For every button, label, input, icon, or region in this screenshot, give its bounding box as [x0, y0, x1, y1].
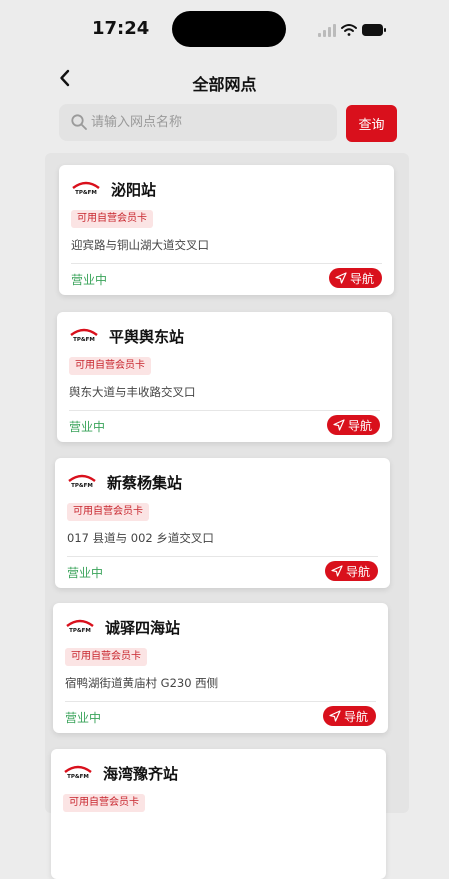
- svg-text:TP&FM: TP&FM: [75, 190, 97, 195]
- paper-plane-icon: [333, 419, 345, 431]
- search-input[interactable]: [91, 104, 327, 141]
- station-address: 宿鸭湖街道黄庙村 G230 西侧: [65, 676, 219, 690]
- page-title: 全部网点: [192, 75, 257, 94]
- tp-fm-logo-icon: TP&FM: [72, 181, 100, 195]
- business-status: 营业中: [67, 566, 104, 580]
- navigate-button[interactable]: 导航: [324, 561, 378, 581]
- station-name: 海湾豫齐站: [103, 765, 179, 783]
- status-bar: 17:24: [0, 0, 449, 58]
- station-name: 新蔡杨集站: [107, 474, 183, 492]
- member-card-tag: 可用自营会员卡: [67, 503, 149, 521]
- station-address: 舆东大道与丰收路交叉口: [69, 385, 196, 399]
- tp-fm-logo-icon: TP&FM: [66, 619, 94, 633]
- station-address: 迎宾路与铜山湖大道交叉口: [71, 238, 209, 252]
- station-card[interactable]: TP&FM 平舆舆东站 可用自营会员卡 舆东大道与丰收路交叉口 营业中 导航: [57, 312, 392, 442]
- header: 全部网点: [0, 58, 449, 102]
- paper-plane-icon: [335, 272, 347, 284]
- business-status: 营业中: [69, 420, 106, 434]
- station-card[interactable]: TP&FM 海湾豫齐站 可用自营会员卡: [51, 749, 386, 879]
- search-box: [59, 104, 337, 141]
- navigate-label: 导航: [345, 564, 370, 579]
- station-card[interactable]: TP&FM 新蔡杨集站 可用自营会员卡 017 县道与 002 乡道交叉口 营业…: [55, 458, 390, 588]
- tp-fm-logo-icon: TP&FM: [70, 328, 98, 342]
- paper-plane-icon: [331, 565, 343, 577]
- station-name: 泌阳站: [111, 181, 157, 199]
- svg-text:TP&FM: TP&FM: [73, 337, 95, 342]
- query-button[interactable]: 查询: [346, 105, 397, 142]
- status-icons: [318, 24, 386, 37]
- svg-text:TP&FM: TP&FM: [69, 628, 91, 633]
- tp-fm-logo-icon: TP&FM: [64, 765, 92, 779]
- wifi-icon: [341, 24, 357, 36]
- navigate-label: 导航: [347, 418, 372, 433]
- navigate-label: 导航: [343, 709, 368, 724]
- svg-text:TP&FM: TP&FM: [67, 774, 89, 779]
- station-name: 平舆舆东站: [109, 328, 185, 346]
- dynamic-island: [172, 11, 286, 47]
- station-name: 诚驿四海站: [105, 619, 181, 637]
- member-card-tag: 可用自营会员卡: [63, 794, 145, 812]
- navigate-label: 导航: [349, 271, 374, 286]
- search-icon: [71, 114, 87, 130]
- station-address: 017 县道与 002 乡道交叉口: [67, 531, 214, 545]
- navigate-button[interactable]: 导航: [328, 268, 382, 288]
- station-card[interactable]: TP&FM 诚驿四海站 可用自营会员卡 宿鸭湖街道黄庙村 G230 西侧 营业中…: [53, 603, 388, 733]
- divider: [65, 701, 376, 702]
- member-card-tag: 可用自营会员卡: [65, 648, 147, 666]
- navigate-button[interactable]: 导航: [322, 706, 376, 726]
- divider: [71, 263, 382, 264]
- status-time: 17:24: [92, 18, 150, 39]
- station-card[interactable]: TP&FM 泌阳站 可用自营会员卡 迎宾路与铜山湖大道交叉口 营业中 导航: [59, 165, 394, 295]
- signal-icon: [318, 24, 336, 37]
- tp-fm-logo-icon: TP&FM: [68, 474, 96, 488]
- member-card-tag: 可用自营会员卡: [71, 210, 153, 228]
- svg-text:TP&FM: TP&FM: [71, 483, 93, 488]
- navigate-button[interactable]: 导航: [326, 415, 380, 435]
- station-list[interactable]: TP&FM 泌阳站 可用自营会员卡 迎宾路与铜山湖大道交叉口 营业中 导航 TP…: [45, 153, 409, 879]
- battery-icon: [362, 24, 386, 36]
- paper-plane-icon: [329, 710, 341, 722]
- business-status: 营业中: [65, 711, 102, 725]
- member-card-tag: 可用自营会员卡: [69, 357, 151, 375]
- divider: [69, 410, 380, 411]
- divider: [67, 556, 378, 557]
- business-status: 营业中: [71, 273, 108, 287]
